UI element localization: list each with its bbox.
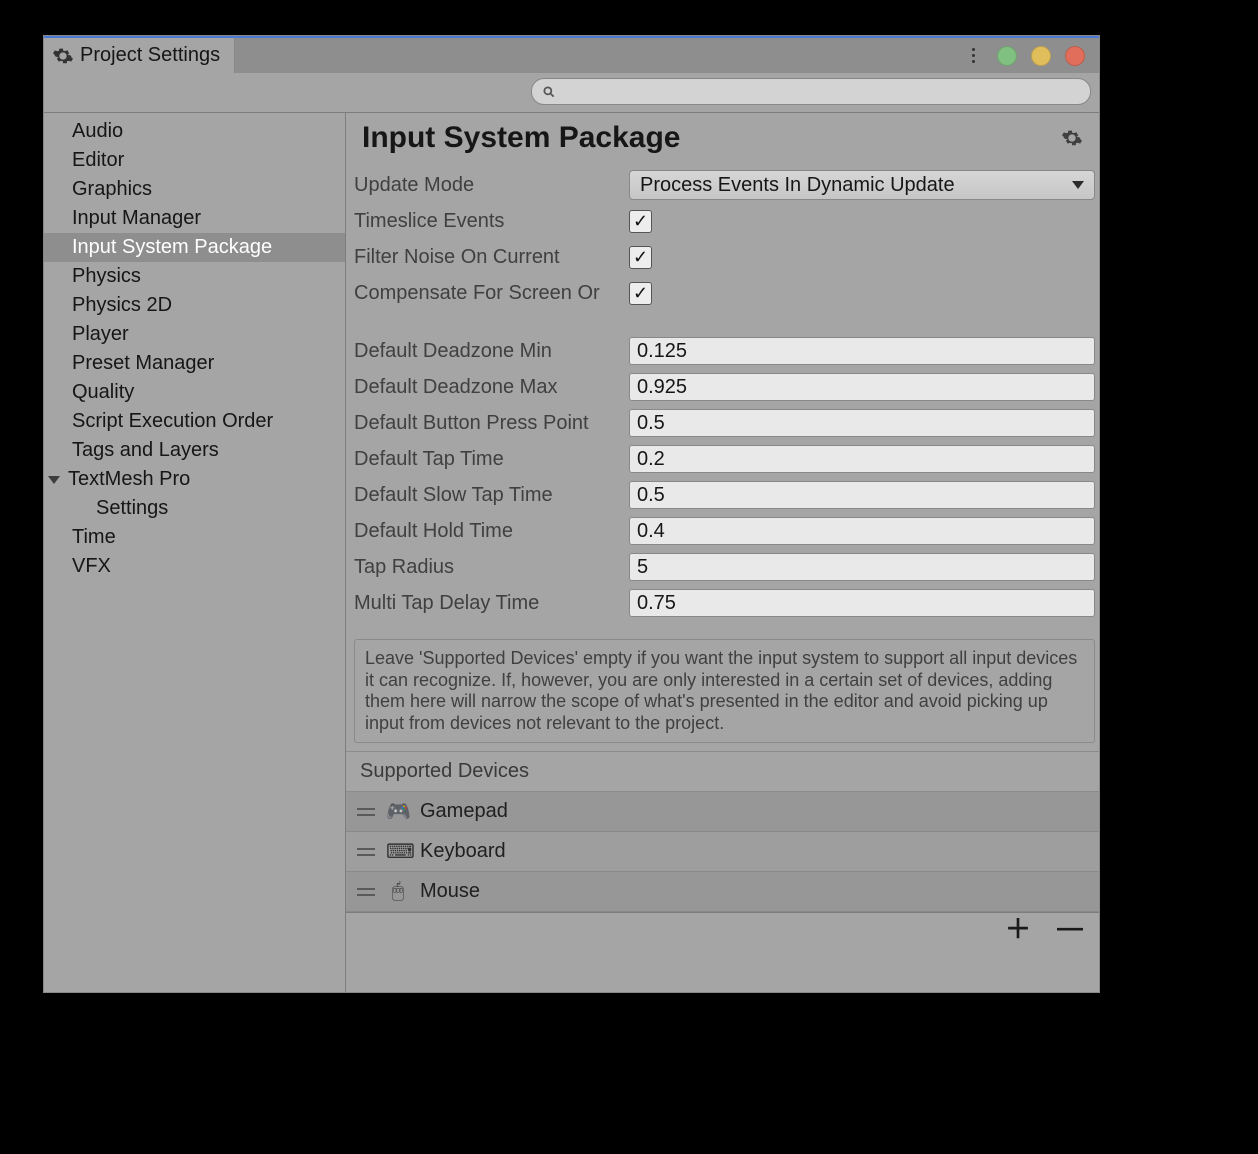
tab-title: Project Settings	[80, 44, 220, 67]
number-input[interactable]	[629, 445, 1095, 473]
window-tab[interactable]: Project Settings	[44, 38, 235, 73]
field-label: Tap Radius	[354, 556, 629, 579]
sidebar-item[interactable]: Quality	[44, 378, 345, 407]
supported-devices-header: Supported Devices	[346, 751, 1099, 792]
dropdown-value: Process Events In Dynamic Update	[640, 174, 955, 197]
checkbox[interactable]: ✓	[629, 246, 652, 269]
row-number: Default Deadzone Min	[354, 333, 1095, 369]
field-label: Default Slow Tap Time	[354, 484, 629, 507]
window-controls	[964, 38, 1099, 73]
sidebar-item[interactable]: Input Manager	[44, 204, 345, 233]
gear-icon	[52, 45, 74, 67]
chevron-down-icon	[1072, 181, 1084, 189]
supported-devices-list: 🎮 Gamepad ⌨ Keyboard 🖱 Mouse	[346, 792, 1099, 912]
content-header: Input System Package	[346, 113, 1099, 167]
sidebar-item[interactable]: Physics 2D	[44, 291, 345, 320]
sidebar: AudioEditorGraphicsInput ManagerInput Sy…	[44, 113, 346, 992]
add-button[interactable]: ＋	[1005, 909, 1031, 946]
kebab-icon[interactable]	[964, 48, 983, 63]
sidebar-item-label: TextMesh Pro	[68, 468, 190, 491]
sidebar-item-label: Settings	[96, 497, 168, 519]
device-label: Mouse	[420, 880, 480, 903]
sidebar-item[interactable]: VFX	[44, 552, 345, 581]
number-input[interactable]	[629, 517, 1095, 545]
sidebar-item[interactable]: Script Execution Order	[44, 407, 345, 436]
sidebar-item[interactable]: Tags and Layers	[44, 436, 345, 465]
device-row[interactable]: 🎮 Gamepad	[346, 792, 1099, 832]
drag-handle-icon[interactable]	[356, 808, 376, 816]
number-input[interactable]	[629, 589, 1095, 617]
minimize-button[interactable]	[997, 46, 1017, 66]
row-number: Default Tap Time	[354, 441, 1095, 477]
close-button[interactable]	[1065, 46, 1085, 66]
remove-button[interactable]: —	[1057, 912, 1083, 943]
sidebar-item[interactable]: Graphics	[44, 175, 345, 204]
sidebar-item[interactable]: Player	[44, 320, 345, 349]
chevron-down-icon	[48, 476, 60, 484]
field-label: Compensate For Screen Or	[354, 282, 629, 305]
sidebar-item-textmeshpro-settings[interactable]: Settings	[44, 494, 345, 523]
panel-title: Input System Package	[362, 121, 680, 155]
sidebar-item[interactable]: Editor	[44, 146, 345, 175]
field-label: Multi Tap Delay Time	[354, 592, 629, 615]
sidebar-item[interactable]: Audio	[44, 117, 345, 146]
row-number: Multi Tap Delay Time	[354, 585, 1095, 621]
field-label: Update Mode	[354, 174, 629, 197]
update-mode-dropdown[interactable]: Process Events In Dynamic Update	[629, 170, 1095, 200]
number-input[interactable]	[629, 409, 1095, 437]
search-icon	[542, 85, 556, 99]
search-input[interactable]	[531, 78, 1091, 105]
device-icon: 🖱	[386, 880, 410, 903]
field-label: Default Deadzone Min	[354, 340, 629, 363]
project-settings-window: Project Settings AudioEditorGraphicsInpu…	[43, 35, 1100, 993]
content-panel: Input System Package Update Mode Process…	[346, 113, 1099, 992]
row-number: Default Deadzone Max	[354, 369, 1095, 405]
field-label: Filter Noise On Current	[354, 246, 629, 269]
sidebar-item[interactable]: Physics	[44, 262, 345, 291]
device-icon: ⌨	[386, 839, 410, 864]
device-row[interactable]: ⌨ Keyboard	[346, 832, 1099, 872]
row-checkbox: Compensate For Screen Or✓	[354, 275, 1095, 311]
device-label: Gamepad	[420, 800, 508, 823]
help-text: Leave 'Supported Devices' empty if you w…	[354, 639, 1095, 743]
row-checkbox: Filter Noise On Current✓	[354, 239, 1095, 275]
titlebar-spacer	[235, 38, 964, 73]
number-input[interactable]	[629, 373, 1095, 401]
field-label: Default Tap Time	[354, 448, 629, 471]
maximize-button[interactable]	[1031, 46, 1051, 66]
sidebar-item[interactable]: Input System Package	[44, 233, 345, 262]
titlebar: Project Settings	[44, 36, 1099, 73]
device-icon: 🎮	[386, 799, 410, 824]
sidebar-item-textmeshpro[interactable]: TextMesh Pro	[44, 465, 345, 494]
row-number: Default Slow Tap Time	[354, 477, 1095, 513]
number-input[interactable]	[629, 337, 1095, 365]
row-number: Default Hold Time	[354, 513, 1095, 549]
row-number: Tap Radius	[354, 549, 1095, 585]
row-number: Default Button Press Point	[354, 405, 1095, 441]
number-input[interactable]	[629, 481, 1095, 509]
drag-handle-icon[interactable]	[356, 848, 376, 856]
device-label: Keyboard	[420, 840, 506, 863]
sidebar-item[interactable]: Preset Manager	[44, 349, 345, 378]
panel-gear-icon[interactable]	[1061, 127, 1083, 149]
field-label: Default Deadzone Max	[354, 376, 629, 399]
form: Update Mode Process Events In Dynamic Up…	[346, 167, 1099, 621]
searchbar-row	[44, 73, 1099, 112]
checkbox[interactable]: ✓	[629, 282, 652, 305]
number-input[interactable]	[629, 553, 1095, 581]
checkbox[interactable]: ✓	[629, 210, 652, 233]
field-label: Timeslice Events	[354, 210, 629, 233]
row-update-mode: Update Mode Process Events In Dynamic Up…	[354, 167, 1095, 203]
device-row[interactable]: 🖱 Mouse	[346, 872, 1099, 912]
field-label: Default Button Press Point	[354, 412, 629, 435]
row-checkbox: Timeslice Events✓	[354, 203, 1095, 239]
body: AudioEditorGraphicsInput ManagerInput Sy…	[44, 112, 1099, 992]
list-footer: ＋ —	[346, 912, 1099, 942]
drag-handle-icon[interactable]	[356, 888, 376, 896]
sidebar-item[interactable]: Time	[44, 523, 345, 552]
field-label: Default Hold Time	[354, 520, 629, 543]
